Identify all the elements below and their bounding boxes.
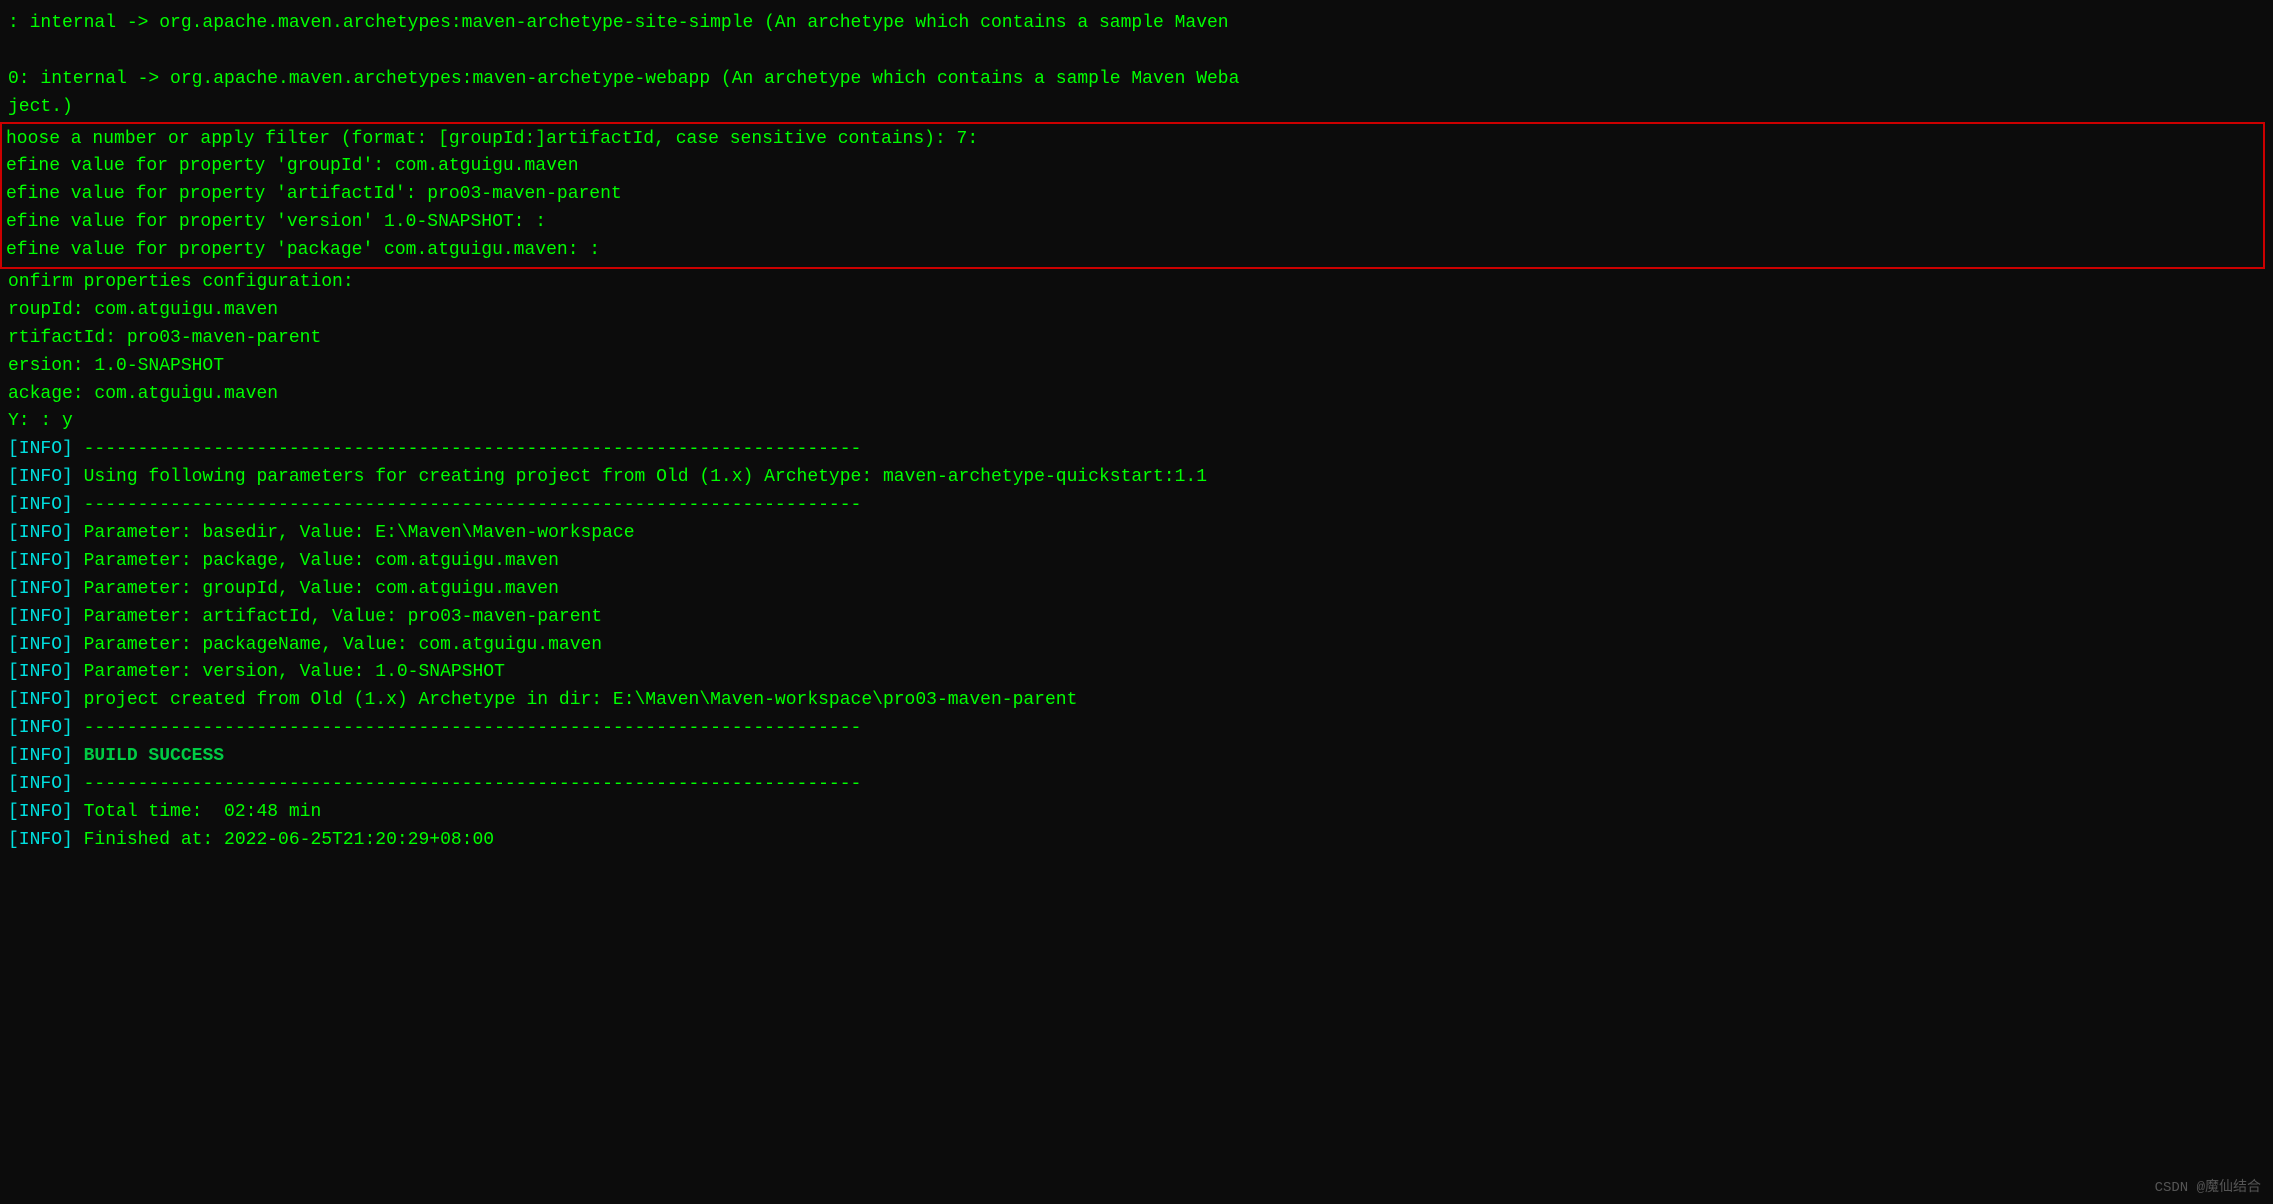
terminal-line-11: roupId: com.atguigu.maven	[0, 297, 2273, 325]
terminal-line-1: : internal -> org.apache.maven.archetype…	[0, 10, 2273, 38]
terminal-window: : internal -> org.apache.maven.archetype…	[0, 0, 2273, 865]
terminal-line-21: [INFO] Parameter: groupId, Value: com.at…	[0, 576, 2273, 604]
terminal-line-30: [INFO] Finished at: 2022-06-25T21:20:29+…	[0, 827, 2273, 855]
terminal-line-3: 0: internal -> org.apache.maven.archetyp…	[0, 66, 2273, 94]
terminal-line-28: [INFO] ---------------------------------…	[0, 771, 2273, 799]
terminal-line-10: onfirm properties configuration:	[0, 269, 2273, 297]
terminal-line-24: [INFO] Parameter: version, Value: 1.0-SN…	[0, 659, 2273, 687]
terminal-line-12: rtifactId: pro03-maven-parent	[0, 325, 2273, 353]
terminal-line-16: [INFO] ---------------------------------…	[0, 436, 2273, 464]
terminal-line-15: Y: : y	[0, 408, 2273, 436]
terminal-line-14: ackage: com.atguigu.maven	[0, 381, 2273, 409]
terminal-line-20: [INFO] Parameter: package, Value: com.at…	[0, 548, 2273, 576]
terminal-line-4: ject.)	[0, 94, 2273, 122]
terminal-line-5: hoose a number or apply filter (format: …	[2, 126, 2263, 154]
terminal-line-23: [INFO] Parameter: packageName, Value: co…	[0, 632, 2273, 660]
terminal-line-17: [INFO] Using following parameters for cr…	[0, 464, 2273, 492]
terminal-line-2	[0, 38, 2273, 66]
terminal-line-26: [INFO] ---------------------------------…	[0, 715, 2273, 743]
terminal-line-27: [INFO] BUILD SUCCESS	[0, 743, 2273, 771]
terminal-line-7: efine value for property 'artifactId': p…	[2, 181, 2263, 209]
terminal-line-19: [INFO] Parameter: basedir, Value: E:\Mav…	[0, 520, 2273, 548]
terminal-line-18: [INFO] ---------------------------------…	[0, 492, 2273, 520]
highlight-box: hoose a number or apply filter (format: …	[0, 122, 2265, 269]
terminal-line-9: efine value for property 'package' com.a…	[2, 237, 2263, 265]
watermark: CSDN @魔仙结合	[2155, 1176, 2261, 1196]
terminal-line-25: [INFO] project created from Old (1.x) Ar…	[0, 687, 2273, 715]
terminal-line-6: efine value for property 'groupId': com.…	[2, 153, 2263, 181]
terminal-line-8: efine value for property 'version' 1.0-S…	[2, 209, 2263, 237]
terminal-line-13: ersion: 1.0-SNAPSHOT	[0, 353, 2273, 381]
terminal-line-29: [INFO] Total time: 02:48 min	[0, 799, 2273, 827]
terminal-line-22: [INFO] Parameter: artifactId, Value: pro…	[0, 604, 2273, 632]
